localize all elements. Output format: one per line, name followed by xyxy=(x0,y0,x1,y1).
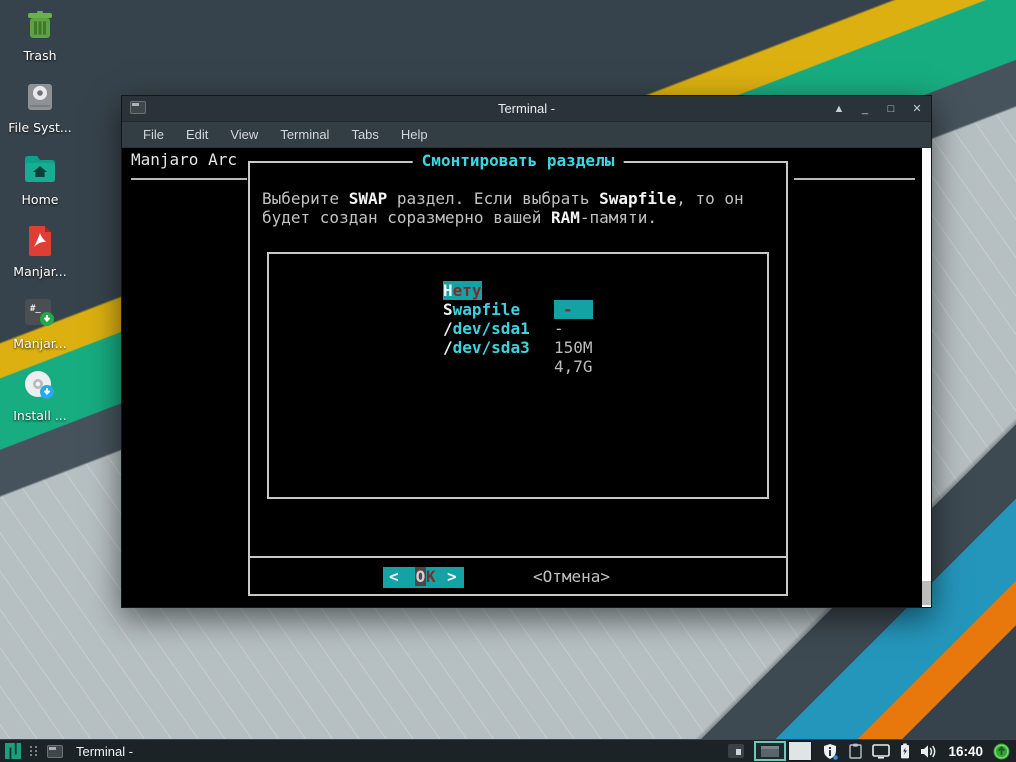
taskbar-window-button[interactable]: Terminal - xyxy=(76,744,133,759)
cancel-button[interactable]: <Отмена> xyxy=(533,567,610,586)
scrollbar-thumb[interactable] xyxy=(922,581,931,605)
trash-icon xyxy=(0,8,80,42)
hard-drive-icon xyxy=(0,80,80,114)
list-item-size: - xyxy=(554,300,593,319)
close-button[interactable]: ✕ xyxy=(911,102,923,115)
terminal-screen[interactable]: Manjaro Arc Смонтировать разделы Выберит… xyxy=(122,148,931,607)
dialog-title: Смонтировать разделы xyxy=(413,151,624,170)
window-title: Terminal - xyxy=(122,96,931,121)
clipboard-icon[interactable] xyxy=(849,743,862,759)
volume-icon[interactable] xyxy=(920,744,938,759)
home-folder-icon xyxy=(0,152,80,186)
menu-help[interactable]: Help xyxy=(392,124,437,145)
menu-file[interactable]: File xyxy=(134,124,173,145)
workspace-2[interactable] xyxy=(788,741,812,761)
list-item-dev-sda1[interactable]: /dev/sda1 150M xyxy=(269,300,365,319)
menu-terminal[interactable]: Terminal xyxy=(271,124,338,145)
desktop-icon-label: Home xyxy=(0,192,80,207)
clock[interactable]: 16:40 xyxy=(948,744,983,759)
menu-bar: File Edit View Terminal Tabs Help xyxy=(122,121,931,147)
taskbar: Terminal - 1 xyxy=(0,739,1016,762)
list-item-size: 4,7G xyxy=(554,357,593,376)
dialog-body-text: Выберите SWAP раздел. Если выбрать Swapf… xyxy=(262,189,744,227)
workspace-switcher[interactable] xyxy=(754,741,812,761)
desktop-icon-label: Manjar... xyxy=(0,336,80,351)
tui-backdrop-title: Manjaro Arc xyxy=(131,150,237,169)
show-desktop-icon[interactable] xyxy=(728,744,744,758)
svg-text:#_: #_ xyxy=(30,304,41,314)
tui-dialog-mount-partitions: Смонтировать разделы Выберите SWAP разде… xyxy=(248,161,788,596)
manjaro-menu-icon[interactable] xyxy=(5,743,21,759)
desktop-icon-trash[interactable]: Trash xyxy=(0,8,80,63)
update-notifier-icon[interactable] xyxy=(993,743,1010,760)
desktop-icon-list: Trash File Syst... Home xyxy=(0,8,80,440)
window-list-icon[interactable] xyxy=(30,746,38,756)
terminal-window: Terminal - ▲ _ □ ✕ File Edit View Termin… xyxy=(121,95,932,608)
desktop-icon-label: Manjar... xyxy=(0,264,80,279)
workspace-1-active[interactable] xyxy=(754,741,786,761)
ok-button[interactable]: < O K > xyxy=(383,567,464,588)
task-terminal-icon[interactable] xyxy=(47,745,63,758)
dialog-button-separator xyxy=(250,556,786,558)
menu-tabs[interactable]: Tabs xyxy=(342,124,387,145)
swap-partition-list: Нету - Swapfile - /dev/sda1 150M /dev/sd… xyxy=(267,252,769,499)
menu-view[interactable]: View xyxy=(221,124,267,145)
list-item-swapfile[interactable]: Swapfile - xyxy=(269,281,365,300)
list-item-dev-sda3[interactable]: /dev/sda3 4,7G xyxy=(269,319,365,338)
desktop-icon-label: Install ... xyxy=(0,408,80,423)
list-item-none[interactable]: Нету - xyxy=(269,262,365,281)
window-titlebar[interactable]: Terminal - ▲ _ □ ✕ xyxy=(122,96,931,121)
desktop-icon-filesystem[interactable]: File Syst... xyxy=(0,80,80,135)
desktop-icon-manjaro-installer[interactable]: #_ Manjar... xyxy=(0,296,80,351)
maximize-button[interactable]: □ xyxy=(885,103,897,115)
cd-download-icon xyxy=(0,368,80,402)
tui-backdrop-rule-left xyxy=(131,178,247,180)
battery-icon[interactable] xyxy=(900,743,910,759)
desktop-icon-home[interactable]: Home xyxy=(0,152,80,207)
security-shield-icon[interactable] xyxy=(822,743,839,760)
desktop-icon-label: Trash xyxy=(0,48,80,63)
workspace-window-thumb xyxy=(761,746,779,757)
display-icon[interactable] xyxy=(872,744,890,759)
minimize-button[interactable]: _ xyxy=(859,103,871,115)
tui-backdrop-rule-right xyxy=(794,178,915,180)
cursor-block: O xyxy=(415,567,426,586)
shade-button[interactable]: ▲ xyxy=(833,103,845,115)
terminal-scrollbar[interactable] xyxy=(922,148,931,607)
list-item-size: - xyxy=(554,319,564,338)
desktop-icon-install-cd[interactable]: Install ... xyxy=(0,368,80,423)
pdf-icon xyxy=(0,224,80,258)
desktop-icon-label: File Syst... xyxy=(0,120,80,135)
list-item-size: 150M xyxy=(554,338,593,357)
terminal-download-icon: #_ xyxy=(0,296,80,330)
menu-edit[interactable]: Edit xyxy=(177,124,217,145)
desktop-icon-manjaro-pdf[interactable]: Manjar... xyxy=(0,224,80,279)
